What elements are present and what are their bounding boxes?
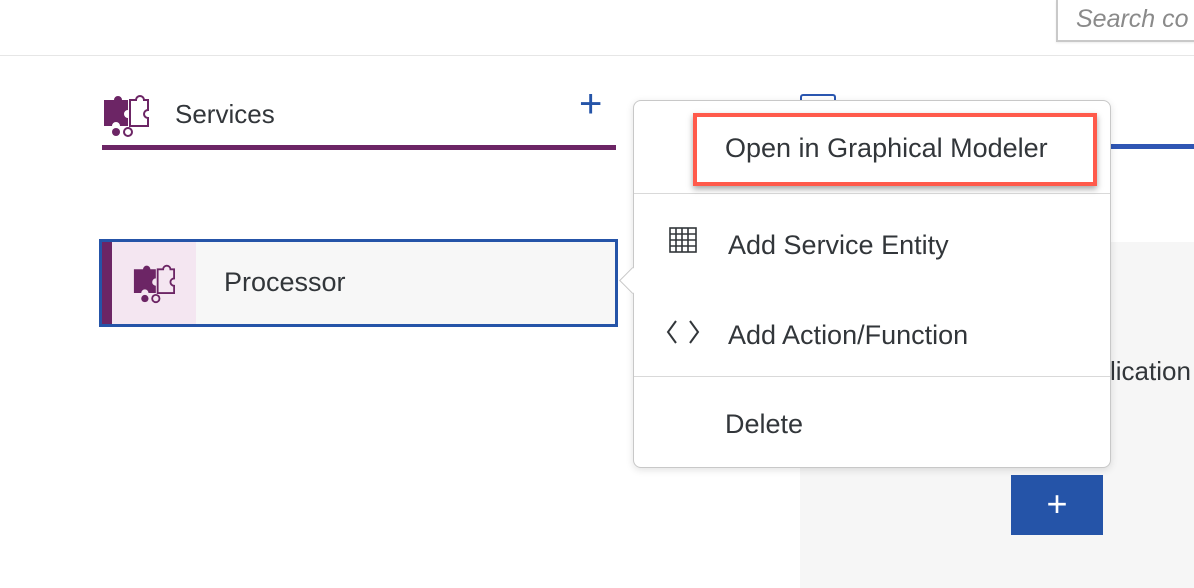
code-brackets-icon — [666, 320, 700, 344]
menu-item-delete[interactable]: Delete — [634, 377, 1110, 467]
menu-item-add-service-entity[interactable]: Add Service Entity — [634, 194, 1110, 284]
add-button[interactable]: + — [1011, 475, 1103, 535]
service-item-icon-box — [112, 242, 196, 324]
menu-item-add-action-function[interactable]: Add Action/Function — [634, 284, 1110, 376]
puzzle-icon — [133, 264, 175, 304]
search-input[interactable] — [1058, 0, 1194, 38]
services-header: Services + — [102, 84, 616, 150]
add-service-button[interactable]: + — [579, 84, 602, 124]
puzzle-icon — [104, 95, 149, 137]
menu-item-label: Add Action/Function — [728, 320, 969, 350]
right-header-underline — [1108, 144, 1194, 149]
right-panel-text: lication — [1110, 356, 1191, 386]
service-item-stripe — [102, 242, 112, 324]
service-item-processor[interactable]: Processor — [99, 239, 618, 327]
menu-item-label: Add Service Entity — [728, 230, 949, 260]
top-bar — [0, 0, 1194, 56]
highlight-box — [693, 113, 1097, 186]
table-grid-icon — [669, 227, 697, 253]
services-underline — [102, 145, 616, 150]
menu-item-label: Delete — [725, 409, 804, 439]
service-item-label: Processor — [224, 267, 346, 297]
services-title: Services — [175, 99, 275, 129]
search-box[interactable] — [1056, 0, 1194, 42]
